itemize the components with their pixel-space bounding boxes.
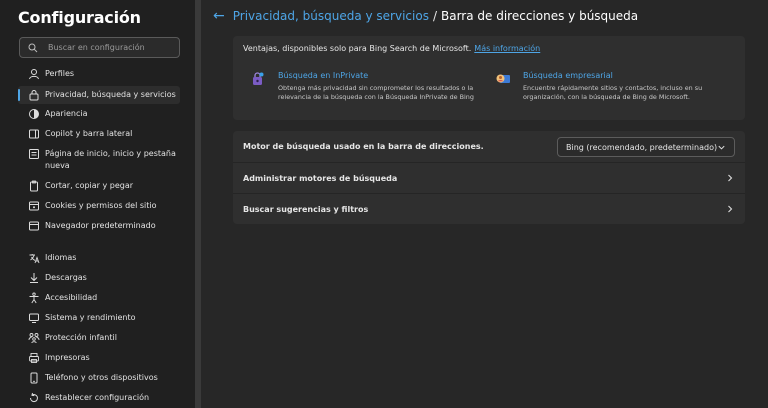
sidebar-item-languages[interactable]: Idiomas: [18, 252, 180, 264]
sidebar-item-cookies[interactable]: Cookies y permisos del sitio: [18, 200, 180, 212]
feature-inprivate-desc-line: Obtenga más privacidad sin comprometer l…: [278, 84, 474, 92]
sidebar-item-appearance[interactable]: Apariencia: [18, 108, 180, 120]
feature-enterprise-desc-line: organización, con la búsqueda de Bing de…: [523, 93, 690, 101]
chevron-down-icon: [718, 145, 725, 150]
sidebar-item-reset[interactable]: Restablecer configuración: [18, 392, 180, 404]
sidebar-item-label: Cortar, copiar y pegar: [45, 181, 134, 190]
feature-enterprise-title: Búsqueda empresarial: [523, 71, 613, 80]
sidebar-item-label: Idiomas: [45, 253, 77, 262]
sidebar-icon: [28, 128, 40, 140]
search-engine-select[interactable]: Bing (recomendado, predeterminado): [557, 137, 735, 157]
sidebar-item-label: Accesibilidad: [45, 293, 98, 302]
home-icon: [28, 148, 40, 160]
main-content: ← Privacidad, búsqueda y servicios / Bar…: [201, 0, 768, 408]
sidebar-item-clipboard[interactable]: Cortar, copiar y pegar: [18, 180, 180, 192]
person-icon: [28, 68, 40, 80]
manage-engines-label: Administrar motores de búsqueda: [243, 173, 398, 183]
sidebar-item-label: Cookies y permisos del sitio: [45, 201, 157, 210]
enterprise-search-icon: [496, 74, 510, 83]
sidebar-item-label: Impresoras: [45, 353, 90, 362]
sidebar-item-home[interactable]: Página de inicio, inicio y pestaña nueva: [18, 148, 180, 172]
search-box[interactable]: [19, 37, 180, 58]
breadcrumb-separator: /: [432, 9, 437, 23]
sidebar-item-label: Sistema y rendimiento: [45, 313, 136, 322]
back-arrow-icon[interactable]: ←: [213, 8, 225, 24]
printer-icon: [28, 352, 40, 364]
manage-engines-row[interactable]: Administrar motores de búsqueda: [233, 162, 745, 193]
feature-inprivate-desc-line: relevancia de la búsqueda con la Búsqued…: [278, 93, 474, 101]
search-engine-label: Motor de búsqueda usado en la barra de d…: [243, 142, 484, 151]
sidebar-item-label: Restablecer configuración: [45, 393, 150, 402]
feature-inprivate-title: Búsqueda en InPrivate: [278, 71, 369, 80]
promo-heading: Ventajas, disponibles solo para Bing Sea…: [243, 44, 540, 53]
sidebar-item-label: Navegador predeterminado: [45, 221, 156, 230]
sidebar-item-profiles[interactable]: Perfiles: [18, 68, 180, 80]
browser-icon: [28, 220, 40, 232]
system-icon: [28, 312, 40, 324]
sidebar-item-copilot[interactable]: Copilot y barra lateral: [18, 128, 180, 140]
appearance-icon: [28, 108, 40, 120]
sidebar-item-system[interactable]: Sistema y rendimiento: [18, 312, 180, 324]
feature-enterprise-desc-line: Encuentre rápidamente sitios y contactos…: [523, 84, 703, 92]
bing-benefits-card: Ventajas, disponibles solo para Bing Sea…: [233, 36, 745, 120]
chevron-right-icon: [728, 205, 733, 213]
language-icon: [28, 252, 40, 264]
accessibility-icon: [28, 292, 40, 304]
promo-heading-text: Ventajas, disponibles solo para Bing Sea…: [243, 44, 472, 53]
reset-icon: [28, 392, 40, 404]
sidebar-item-downloads[interactable]: Descargas: [18, 272, 180, 284]
search-engine-row: Motor de búsqueda usado en la barra de d…: [233, 131, 745, 162]
breadcrumb-parent-link[interactable]: Privacidad, búsqueda y servicios: [233, 9, 429, 23]
lock-icon: [28, 89, 40, 101]
sidebar-item-printers[interactable]: Impresoras: [18, 352, 180, 364]
download-icon: [28, 272, 40, 284]
sidebar-item-label: Descargas: [45, 273, 87, 282]
sidebar-item-phone[interactable]: Teléfono y otros dispositivos: [18, 372, 180, 384]
settings-title: Configuración: [18, 8, 141, 27]
sidebar-item-label: Teléfono y otros dispositivos: [45, 373, 158, 382]
family-icon: [28, 332, 40, 344]
search-icon: [28, 43, 38, 52]
clipboard-icon: [28, 180, 40, 192]
feature-enterprise-desc: Encuentre rápidamente sitios y contactos…: [523, 84, 741, 102]
sidebar-item-label: Apariencia: [45, 109, 88, 118]
cookie-icon: [28, 200, 40, 212]
sidebar-item-family[interactable]: Protección infantil: [18, 332, 180, 344]
sidebar-item-label: Copilot y barra lateral: [45, 129, 133, 138]
sidebar-item-label: Protección infantil: [45, 333, 117, 342]
breadcrumb: ← Privacidad, búsqueda y servicios / Bar…: [213, 8, 638, 24]
search-input[interactable]: [48, 43, 178, 52]
chevron-right-icon: [728, 174, 733, 182]
suggestions-filters-label: Buscar sugerencias y filtros: [243, 204, 369, 214]
inprivate-search-icon: [253, 72, 264, 85]
sidebar-item-default-browser[interactable]: Navegador predeterminado: [18, 220, 180, 232]
sidebar-item-privacy[interactable]: Privacidad, búsqueda y servicios: [18, 86, 180, 104]
search-settings-card: Motor de búsqueda usado en la barra de d…: [233, 131, 745, 224]
suggestions-filters-row[interactable]: Buscar sugerencias y filtros: [233, 193, 745, 224]
page-title: Barra de direcciones y búsqueda: [441, 9, 639, 23]
search-engine-value: Bing (recomendado, predeterminado): [566, 142, 718, 152]
sidebar-item-accessibility[interactable]: Accesibilidad: [18, 292, 180, 304]
phone-icon: [28, 372, 40, 384]
sidebar: Configuración Perfiles Privacidad, búsqu…: [0, 0, 195, 408]
learn-more-link[interactable]: Más información: [474, 44, 540, 53]
sidebar-item-label: Perfiles: [45, 69, 75, 78]
feature-inprivate-desc: Obtenga más privacidad sin comprometer l…: [278, 84, 496, 102]
sidebar-item-label: Privacidad, búsqueda y servicios: [45, 90, 176, 99]
sidebar-item-label: Página de inicio, inicio y pestaña nueva: [45, 149, 176, 170]
